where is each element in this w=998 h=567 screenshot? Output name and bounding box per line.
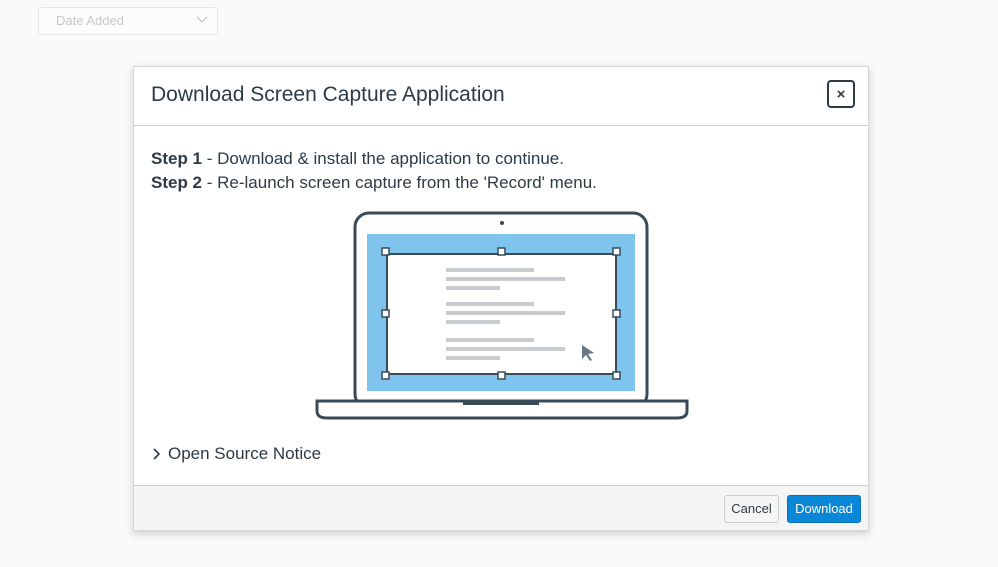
sort-select-value: Date Added <box>56 13 124 28</box>
dialog-footer: Cancel Download <box>134 485 868 530</box>
step-1-text: - Download & install the application to … <box>202 149 564 168</box>
sort-select[interactable]: Date Added <box>38 7 218 35</box>
laptop-screen-capture-illustration <box>315 211 689 420</box>
step-1-label: Step 1 <box>151 149 203 168</box>
download-dialog: Download Screen Capture Application × St… <box>133 66 869 531</box>
step-1: Step 1 - Download & install the applicat… <box>151 147 597 171</box>
open-source-notice-toggle[interactable]: Open Source Notice <box>151 444 321 464</box>
step-2-label: Step 2 <box>151 173 203 192</box>
page-background: Date Added Download Screen Capture Appli… <box>0 0 998 567</box>
chevron-right-icon <box>153 448 161 460</box>
cancel-button[interactable]: Cancel <box>724 495 779 523</box>
step-2: Step 2 - Re-launch screen capture from t… <box>151 171 597 195</box>
chevron-down-icon <box>196 16 208 23</box>
close-button[interactable]: × <box>827 80 855 108</box>
step-2-text: - Re-launch screen capture from the 'Rec… <box>202 173 597 192</box>
dialog-title: Download Screen Capture Application <box>151 83 505 106</box>
instructions: Step 1 - Download & install the applicat… <box>151 147 597 195</box>
download-button[interactable]: Download <box>787 495 861 523</box>
dialog-header: Download Screen Capture Application × <box>134 67 868 126</box>
open-source-notice-label: Open Source Notice <box>168 444 322 463</box>
close-icon: × <box>836 85 846 103</box>
